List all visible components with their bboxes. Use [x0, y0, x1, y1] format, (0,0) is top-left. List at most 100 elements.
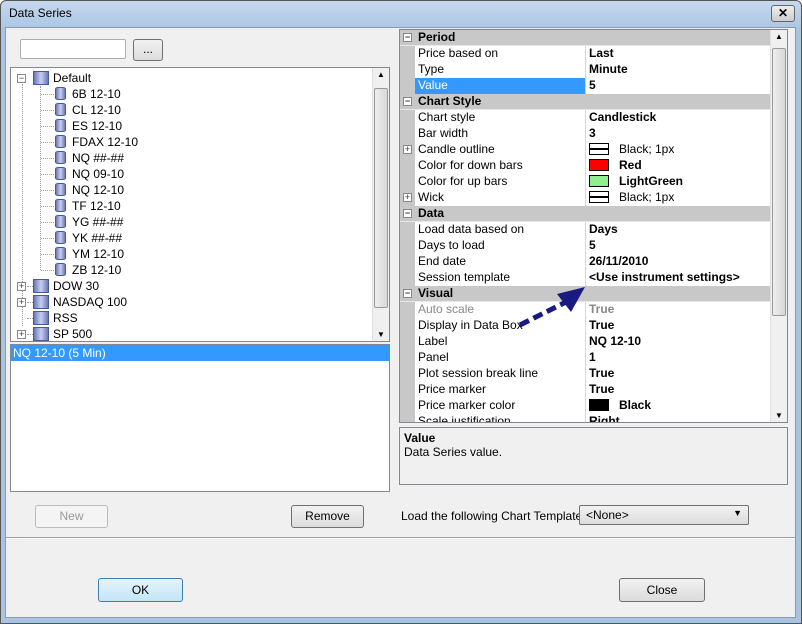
tree-item[interactable]: SP 500 [33, 326, 92, 341]
tree-item[interactable]: YK ##-## [55, 230, 122, 246]
scroll-down-icon[interactable]: ▼ [373, 330, 389, 339]
property-value-text: LightGreen [619, 174, 684, 188]
scroll-thumb[interactable] [772, 48, 786, 316]
tree-item[interactable]: NASDAQ 100 [33, 294, 127, 310]
color-swatch [589, 159, 609, 171]
property-value-text: Candlestick [589, 110, 657, 124]
property-value[interactable]: Candlestick [587, 110, 771, 126]
new-button[interactable]: New [35, 505, 108, 528]
property-row[interactable]: + Wick Black; 1px [400, 190, 771, 206]
tree-item[interactable]: FDAX 12-10 [55, 134, 138, 150]
property-row[interactable]: Chart style Candlestick [400, 110, 771, 126]
property-row[interactable]: Color for up bars LightGreen [400, 174, 771, 190]
tree-item[interactable]: Default [33, 70, 91, 86]
property-scrollbar[interactable]: ▲ ▼ [770, 30, 787, 422]
property-value-text: 5 [589, 78, 596, 92]
tree-item[interactable]: ES 12-10 [55, 118, 122, 134]
scroll-up-icon[interactable]: ▲ [373, 70, 389, 79]
property-value[interactable]: 3 [587, 126, 771, 142]
expand-icon[interactable]: + [403, 145, 412, 154]
instrument-tree[interactable]: − Default 6B 12-10 CL 12-10 ES 12-10 FDAX 12-… [10, 67, 390, 342]
property-row[interactable]: Price marker color Black [400, 398, 771, 414]
row-gutter [400, 110, 415, 126]
property-row[interactable]: Scale justification Right [400, 414, 771, 422]
tree-line [41, 110, 54, 111]
property-row[interactable]: Days to load 5 [400, 238, 771, 254]
row-gutter [400, 334, 415, 350]
tree-item-label: FDAX 12-10 [72, 135, 139, 149]
tree-item[interactable]: 6B 12-10 [55, 86, 121, 102]
property-row[interactable]: Panel 1 [400, 350, 771, 366]
instrument-icon [55, 151, 66, 164]
property-value[interactable]: 5 [587, 78, 771, 94]
property-value[interactable]: 26/11/2010 [587, 254, 771, 270]
property-value[interactable]: Days [587, 222, 771, 238]
tree-item[interactable]: CL 12-10 [55, 102, 121, 118]
property-value[interactable]: True [587, 366, 771, 382]
expand-icon[interactable]: + [17, 330, 26, 339]
property-value[interactable]: Black; 1px [587, 142, 771, 158]
selected-series-list[interactable]: NQ 12-10 (5 Min) [10, 344, 390, 492]
scroll-down-icon[interactable]: ▼ [771, 411, 787, 420]
expand-icon[interactable]: + [403, 193, 412, 202]
collapse-icon[interactable]: − [403, 97, 412, 106]
collapse-icon[interactable]: − [403, 33, 412, 42]
property-value[interactable]: <Use instrument settings> [587, 270, 771, 286]
browse-button[interactable]: ... [133, 39, 163, 61]
property-row[interactable]: Color for down bars Red [400, 158, 771, 174]
property-value[interactable]: LightGreen [587, 174, 771, 190]
property-row[interactable]: Value 5 [400, 78, 771, 94]
property-value[interactable]: Last [587, 46, 771, 62]
close-window-button[interactable]: ✕ [771, 5, 795, 22]
property-value[interactable]: True [587, 382, 771, 398]
property-value[interactable]: NQ 12-10 [587, 334, 771, 350]
expand-icon[interactable]: + [17, 298, 26, 307]
property-value[interactable]: True [587, 302, 771, 318]
property-row[interactable]: Type Minute [400, 62, 771, 78]
property-name: Color for down bars [415, 158, 586, 174]
tree-item[interactable]: NQ ##-## [55, 150, 124, 166]
property-category[interactable]: − Data [400, 206, 771, 222]
property-row[interactable]: Label NQ 12-10 [400, 334, 771, 350]
property-row[interactable]: Load data based on Days [400, 222, 771, 238]
collapse-icon[interactable]: − [403, 289, 412, 298]
tree-item[interactable]: NQ 12-10 [55, 182, 124, 198]
scroll-up-icon[interactable]: ▲ [771, 32, 787, 41]
instrument-search-input[interactable] [20, 39, 126, 59]
chart-template-select[interactable]: <None> ▼ [579, 505, 749, 525]
scroll-thumb[interactable] [374, 88, 388, 308]
property-value[interactable]: Right [587, 414, 771, 422]
property-value[interactable]: Black [587, 398, 771, 414]
property-value[interactable]: Black; 1px [587, 190, 771, 206]
collapse-icon[interactable]: − [403, 209, 412, 218]
property-grid[interactable]: − Period Price based on Last Type Minute Value… [399, 29, 788, 423]
tree-item[interactable]: NQ 09-10 [55, 166, 124, 182]
close-button[interactable]: Close [619, 578, 705, 602]
property-row[interactable]: Plot session break line True [400, 366, 771, 382]
remove-button[interactable]: Remove [291, 505, 364, 528]
property-value[interactable]: 1 [587, 350, 771, 366]
ok-button[interactable]: OK [98, 578, 183, 602]
property-row[interactable]: + Candle outline Black; 1px [400, 142, 771, 158]
tree-item[interactable]: YM 12-10 [55, 246, 124, 262]
tree-item[interactable]: RSS [33, 310, 78, 326]
series-list-item[interactable]: NQ 12-10 (5 Min) [11, 345, 389, 361]
tree-scrollbar[interactable]: ▲ ▼ [372, 68, 389, 341]
property-value[interactable]: True [587, 318, 771, 334]
property-value-text: 3 [589, 126, 596, 140]
property-row[interactable]: Bar width 3 [400, 126, 771, 142]
collapse-icon[interactable]: − [17, 74, 26, 83]
property-row[interactable]: End date 26/11/2010 [400, 254, 771, 270]
property-row[interactable]: Price based on Last [400, 46, 771, 62]
expand-icon[interactable]: + [17, 282, 26, 291]
tree-item[interactable]: TF 12-10 [55, 198, 121, 214]
tree-item[interactable]: DOW 30 [33, 278, 99, 294]
property-value[interactable]: Red [587, 158, 771, 174]
property-category[interactable]: − Chart Style [400, 94, 771, 110]
property-category[interactable]: − Period [400, 30, 771, 46]
property-value[interactable]: Minute [587, 62, 771, 78]
tree-item[interactable]: YG ##-## [55, 214, 123, 230]
property-row[interactable]: Price marker True [400, 382, 771, 398]
tree-item[interactable]: ZB 12-10 [55, 262, 121, 278]
property-value[interactable]: 5 [587, 238, 771, 254]
